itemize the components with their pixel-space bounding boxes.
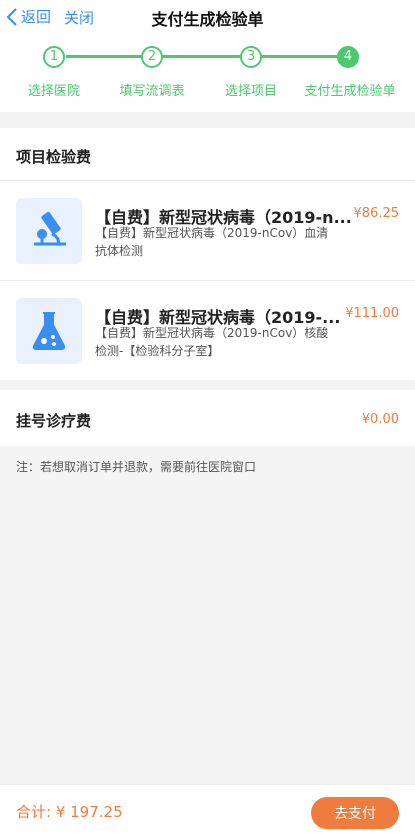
step-2-label: 填写流调表	[119, 84, 185, 99]
project-fee-card: 项目检验费 【自费】新型冠状病毒（2019-n... ¥86.25 【自费】新型…	[0, 128, 415, 380]
step-3-circle: 3	[240, 46, 262, 68]
step-1-label: 选择医院	[27, 84, 80, 99]
pay-button[interactable]: 去支付	[311, 797, 399, 829]
item-price: ¥111.00	[345, 306, 399, 321]
divider	[0, 280, 415, 281]
step-3-label: 选择项目	[224, 84, 277, 99]
section-title: 项目检验费	[16, 148, 92, 166]
total-amount: 合计: ¥ 197.25	[16, 803, 123, 821]
registration-fee-card: 挂号诊疗费 ¥0.00	[0, 390, 415, 446]
registration-title: 挂号诊疗费	[16, 412, 92, 430]
progress-stepper: 1 2 3 4 选择医院 填写流调表 选择项目 支付生成检验单	[0, 34, 415, 112]
step-4-label: 支付生成检验单	[304, 84, 396, 99]
step-2-circle: 2	[141, 46, 163, 68]
microscope-icon	[16, 198, 82, 264]
footer-bar: 合计: ¥ 197.25 去支付	[0, 784, 415, 834]
item-price: ¥86.25	[353, 206, 400, 221]
page-title: 支付生成检验单	[151, 10, 264, 29]
flask-icon	[16, 298, 82, 364]
registration-price: ¥0.00	[361, 412, 399, 427]
step-1-circle: 1	[43, 46, 65, 68]
step-4-circle: 4	[337, 46, 359, 68]
item-description: 【自费】新型冠状病毒（2019-nCov）核酸检测-【检验科分子室】	[95, 326, 329, 358]
nav-bar: 返回 关闭 支付生成检验单	[0, 0, 415, 34]
divider	[0, 180, 415, 181]
step-connector	[286, 55, 337, 58]
refund-note: 注：若想取消订单并退款，需要前往医院窗口	[16, 460, 257, 474]
item-description: 【自费】新型冠状病毒（2019-nCov）血清抗体检测	[95, 226, 329, 258]
